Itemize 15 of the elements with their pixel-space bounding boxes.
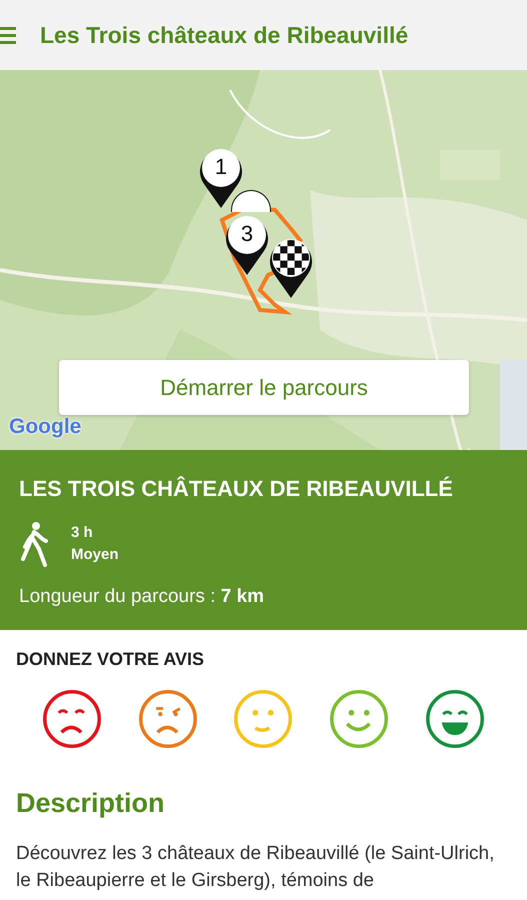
start-route-button[interactable]: Démarrer le parcours xyxy=(59,360,469,415)
rating-heading: DONNEZ VOTRE AVIS xyxy=(16,648,206,671)
rating-face-icon[interactable] xyxy=(42,689,102,749)
map-attribution: Google xyxy=(9,414,82,440)
route-length-text: Longueur du parcours : 7 km xyxy=(19,585,266,609)
rating-face-icon[interactable] xyxy=(138,689,198,749)
description-text: Découvrez les 3 châteaux de Ribeauvillé (le Saint-Ulrich, le Ribeaupierre et le Girsberg), témoins de xyxy=(16,842,496,894)
duration-text: 3 h xyxy=(71,522,94,542)
description-heading: Description xyxy=(16,787,166,820)
rating-face-icon[interactable] xyxy=(425,689,486,749)
route-title: LES TROIS CHÂTEAUX DE RIBEAUVILLÉ xyxy=(19,475,454,503)
rating-face-icon[interactable] xyxy=(329,689,390,749)
difficulty-text: Moyen xyxy=(71,545,119,565)
menu-icon[interactable] xyxy=(0,25,16,45)
app-title: Les Trois châteaux de Ribeauvillé xyxy=(40,20,408,50)
